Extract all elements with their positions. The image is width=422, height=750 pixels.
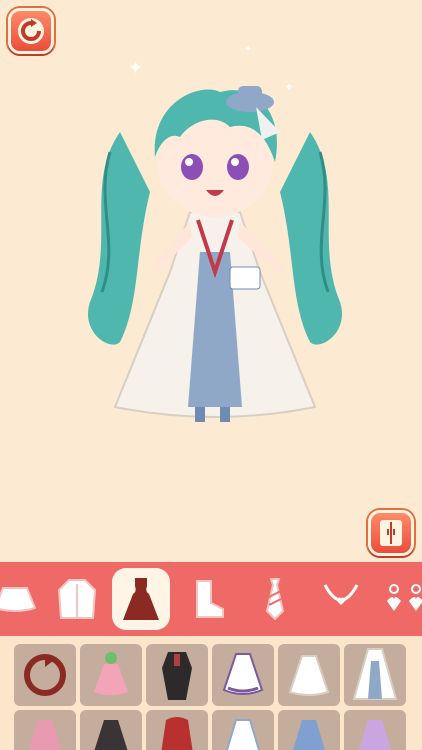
white-blue-gown-icon: [352, 648, 398, 700]
sparkle-icon: ✦: [244, 44, 253, 55]
necklace-icon: [323, 584, 359, 605]
black-white-dress-icon: [94, 720, 128, 750]
item-slot[interactable]: [80, 644, 142, 706]
reset-button[interactable]: [8, 8, 54, 54]
item-slot[interactable]: [278, 644, 340, 706]
tab-skirt[interactable]: [0, 570, 44, 628]
outfit-item-grid: [0, 636, 422, 750]
item-slot[interactable]: [344, 710, 406, 750]
tie-icon: [265, 578, 285, 621]
item-slot[interactable]: [146, 710, 208, 750]
tab-dress[interactable]: [112, 568, 170, 630]
tab-earrings[interactable]: [376, 570, 422, 628]
reset-icon: [18, 18, 44, 44]
purple-frill-dress-icon: [222, 653, 264, 695]
red-hooded-outfit-icon: [161, 717, 193, 750]
skirt-icon: [0, 587, 37, 612]
earrings-icon: [387, 584, 422, 611]
item-slot-remove[interactable]: [14, 644, 76, 706]
item-slot[interactable]: [14, 710, 76, 750]
dress-icon: [123, 578, 159, 620]
boots-icon: [196, 580, 224, 618]
item-slot[interactable]: [278, 710, 340, 750]
item-slot[interactable]: [146, 644, 208, 706]
item-slot[interactable]: [344, 644, 406, 706]
tab-tie[interactable]: [246, 570, 304, 628]
category-tab-bar: [0, 562, 422, 636]
white-blue-dress-icon: [225, 719, 261, 750]
chibi-girl-character: [87, 86, 343, 422]
item-slot[interactable]: [212, 644, 274, 706]
black-suit-outfit-icon: [162, 652, 192, 700]
lavender-dress-icon: [359, 720, 391, 750]
tab-necklace[interactable]: [312, 570, 370, 628]
remove-outfit-icon: [24, 654, 66, 696]
item-slot[interactable]: [80, 710, 142, 750]
jacket-icon: [57, 579, 97, 619]
tab-boots[interactable]: [178, 570, 236, 628]
white-lace-dress-icon: [288, 655, 330, 696]
pink-ruffle-dress-icon: [28, 720, 62, 750]
item-slot[interactable]: [212, 710, 274, 750]
wardrobe-icon: [380, 520, 402, 546]
pink-flower-dress-icon: [94, 652, 128, 695]
tab-jacket[interactable]: [48, 570, 106, 628]
wardrobe-button[interactable]: [368, 510, 414, 556]
dress-up-stage: ✦ ✦ ✦: [0, 0, 422, 562]
blue-gown-icon: [293, 720, 325, 750]
